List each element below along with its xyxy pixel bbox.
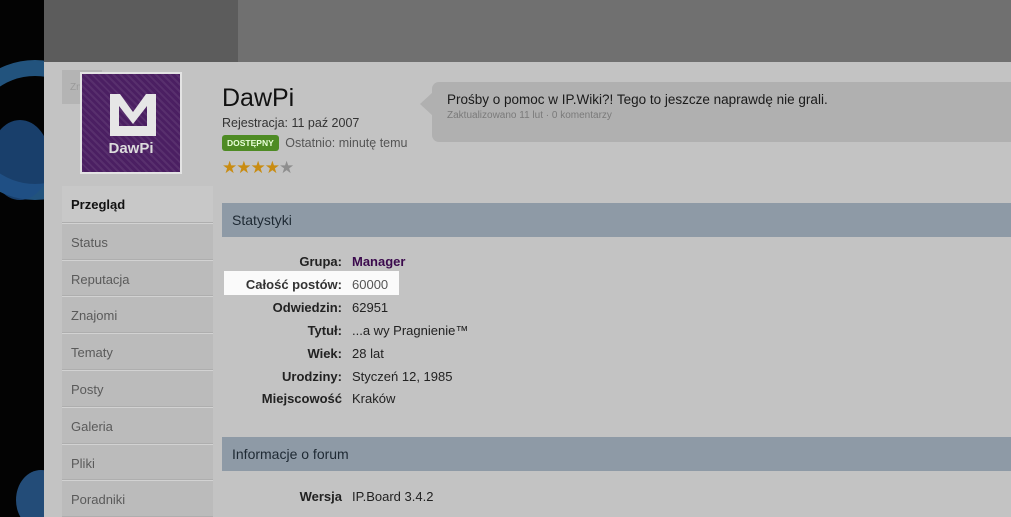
- tab-reputation[interactable]: Reputacja: [62, 259, 213, 297]
- stat-row: Wiek: 28 lat: [222, 342, 722, 364]
- tab-posts[interactable]: Posty: [62, 369, 213, 407]
- section-header-forum: Informacje o forum: [222, 437, 1011, 471]
- stat-value: 60000: [352, 277, 389, 292]
- star-icon[interactable]: ★: [222, 158, 237, 177]
- online-status: DOSTĘPNY Ostatnio: minutę temu: [222, 134, 408, 151]
- stat-value: ...a wy Pragnienie™: [352, 323, 469, 338]
- background-top: [238, 0, 1011, 62]
- section-header-stats: Statystyki: [222, 203, 1011, 237]
- star-icon[interactable]: ★: [265, 158, 280, 177]
- stat-label: Wiek:: [307, 346, 342, 361]
- online-badge: DOSTĘPNY: [222, 134, 279, 151]
- stat-row: Odwiedzin: 62951: [222, 296, 722, 318]
- stat-value: 62951: [352, 300, 389, 315]
- last-seen: Ostatnio: minutę temu: [285, 135, 408, 150]
- stat-label: Całość postów:: [245, 277, 342, 292]
- stat-label: Urodziny:: [282, 369, 342, 384]
- star-icon[interactable]: ★: [279, 158, 294, 177]
- profile-tabs: Przegląd Status Reputacja Znajomi Tematy…: [62, 186, 213, 517]
- star-icon[interactable]: ★: [236, 158, 251, 177]
- logo-icon: [110, 94, 156, 136]
- stat-row: Grupa: Manager: [222, 250, 722, 272]
- star-icon[interactable]: ★: [251, 158, 266, 177]
- status-text: Prośby o pomoc w IP.Wiki?! Tego to jeszc…: [447, 92, 828, 107]
- avatar-name: DawPi: [108, 140, 154, 157]
- stat-value: Kraków: [352, 391, 396, 406]
- stat-label: Tytuł:: [307, 323, 342, 338]
- stat-label: Grupa:: [299, 254, 342, 269]
- tab-overview[interactable]: Przegląd: [62, 186, 213, 223]
- join-date: Rejestracja: 11 paź 2007: [222, 116, 360, 130]
- stat-row: Urodziny: Styczeń 12, 1985: [222, 365, 722, 387]
- tab-topics[interactable]: Tematy: [62, 333, 213, 370]
- stat-label: Wersja: [299, 489, 342, 504]
- tab-files[interactable]: Pliki: [62, 443, 213, 481]
- stat-value: IP.Board 3.4.2: [352, 489, 434, 504]
- stat-label: Odwiedzin:: [272, 300, 342, 315]
- avatar: DawPi: [80, 72, 182, 174]
- tab-friends[interactable]: Znajomi: [62, 296, 213, 334]
- stat-row: Tytuł: ...a wy Pragnienie™: [222, 319, 722, 341]
- stat-row: Wersja IP.Board 3.4.2: [222, 485, 722, 507]
- status-meta[interactable]: Zaktualizowano 11 lut · 0 komentarzy: [447, 110, 1011, 121]
- stat-value: Manager: [352, 254, 406, 269]
- stat-label: Miejscowość: [261, 391, 342, 406]
- status-update: Prośby o pomoc w IP.Wiki?! Tego to jeszc…: [432, 82, 1011, 142]
- rating-stars[interactable]: ★★★★★: [222, 158, 294, 178]
- stat-value: 28 lat: [352, 346, 384, 361]
- stat-value: Styczeń 12, 1985: [352, 369, 453, 384]
- tab-tutorials[interactable]: Poradniki: [62, 480, 213, 517]
- stat-row: Całość postów: 60000: [222, 273, 722, 295]
- tab-status[interactable]: Status: [62, 222, 213, 260]
- page-title: DawPi: [222, 84, 295, 112]
- tab-gallery[interactable]: Galeria: [62, 406, 213, 444]
- background-top: [44, 0, 238, 62]
- stat-row: Miejscowość Kraków: [222, 387, 722, 409]
